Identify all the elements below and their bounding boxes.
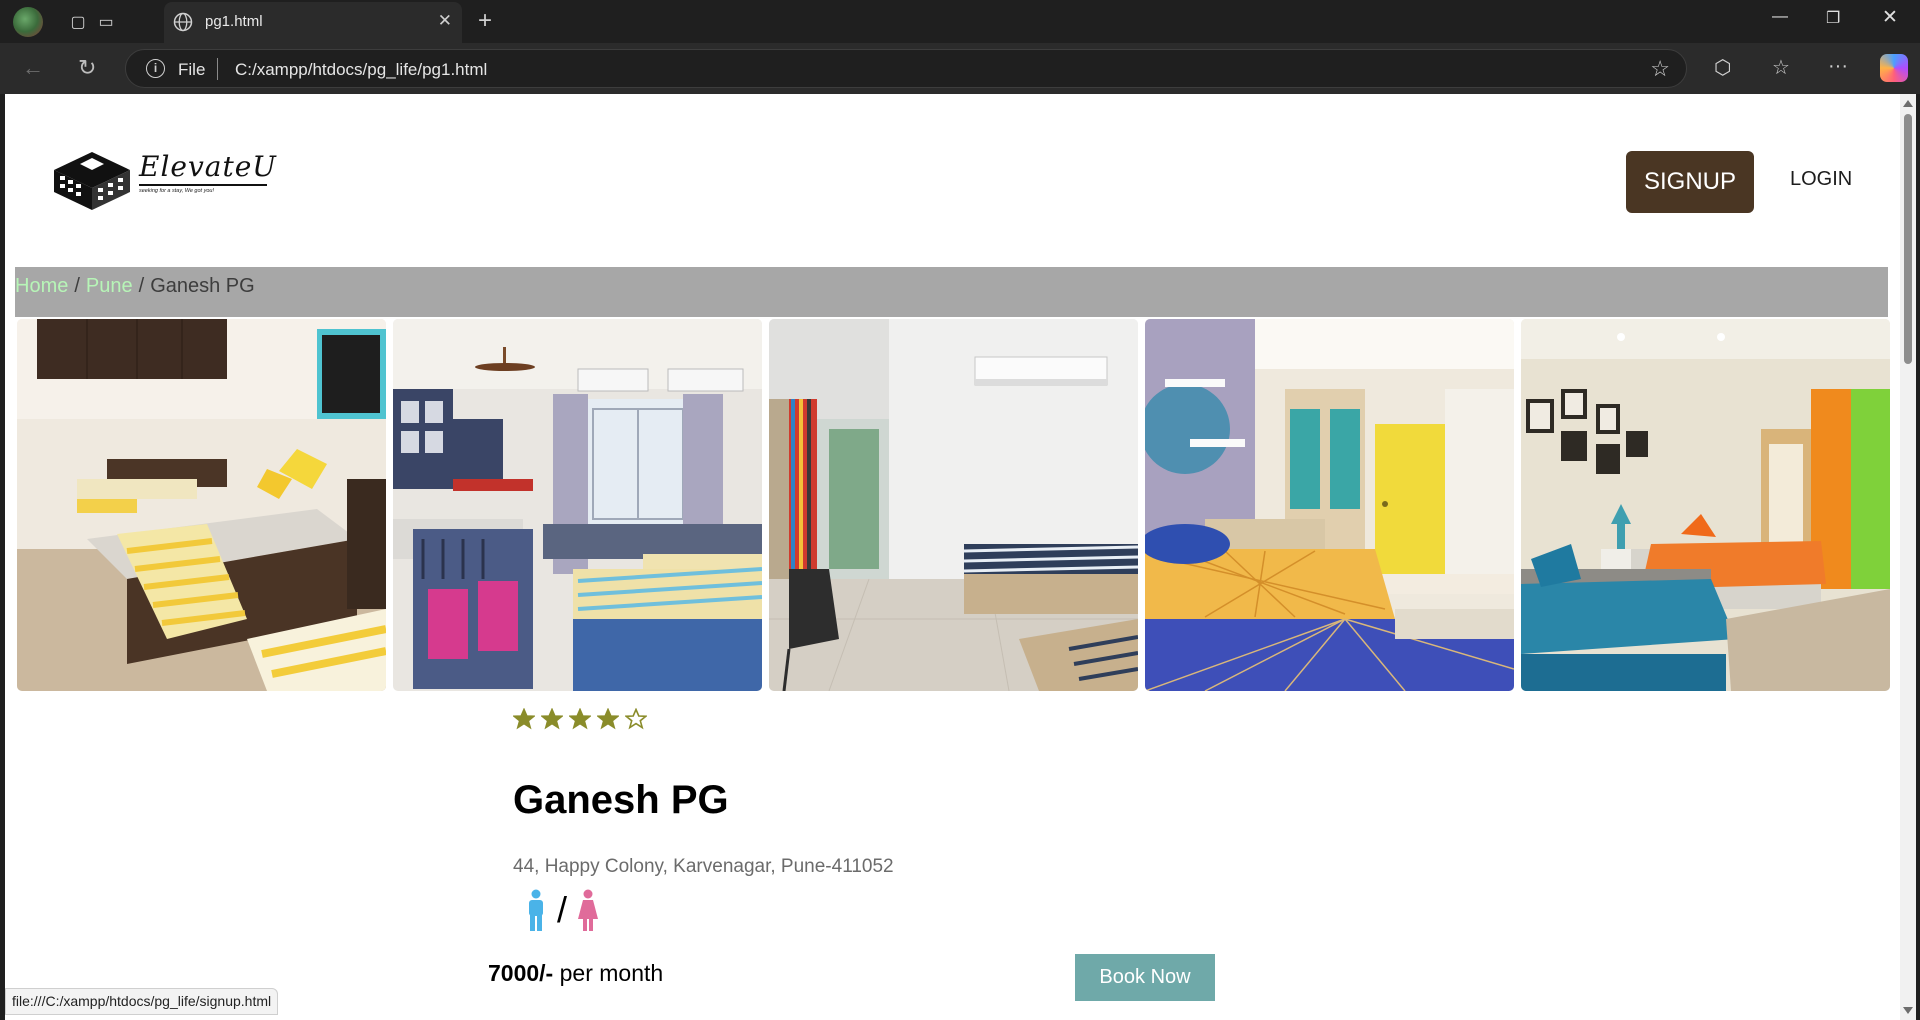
address-scheme: File <box>178 60 206 79</box>
book-now-button[interactable]: Book Now <box>1075 954 1215 1001</box>
male-icon <box>529 889 543 931</box>
page-scrollbar[interactable] <box>1900 94 1916 1020</box>
breadcrumb-separator: / <box>74 275 80 297</box>
rent-period: per month <box>559 960 664 986</box>
profile-avatar[interactable] <box>13 7 43 37</box>
property-name: Ganesh PG <box>513 778 729 822</box>
back-icon[interactable]: ← <box>22 55 44 81</box>
breadcrumb-current: Ganesh PG <box>150 275 255 297</box>
close-tab-icon[interactable]: ✕ <box>438 11 452 31</box>
tab-title: pg1.html <box>205 13 263 30</box>
scroll-down-icon[interactable] <box>1903 1007 1913 1014</box>
photo-gallery <box>17 319 1890 691</box>
address-url[interactable]: C:/xampp/htdocs/pg_life/pg1.html <box>235 60 487 80</box>
room-photo-4[interactable] <box>1145 319 1514 691</box>
signup-button[interactable]: SIGNUP <box>1626 151 1754 213</box>
breadcrumb-city[interactable]: Pune <box>86 275 133 297</box>
gender-separator: / <box>557 889 568 930</box>
gender-indicator: / <box>525 889 599 931</box>
star-filled-icon <box>569 708 591 730</box>
breadcrumb-home[interactable]: Home <box>15 275 68 297</box>
rent-amount: 7000/- <box>488 960 554 986</box>
address-bar[interactable]: i File C:/xampp/htdocs/pg_life/pg1.html … <box>125 49 1687 88</box>
more-icon[interactable]: ··· <box>1828 55 1848 78</box>
star-empty-icon <box>625 708 647 730</box>
breadcrumb: Home / Pune / Ganesh PG <box>15 267 1888 317</box>
close-window-icon[interactable]: ✕ <box>1882 6 1898 29</box>
scroll-up-icon[interactable] <box>1903 100 1913 107</box>
globe-icon <box>173 12 193 32</box>
tab-actions-icon[interactable]: ▭ <box>92 8 120 36</box>
scrollbar-thumb[interactable] <box>1904 114 1912 364</box>
address-divider <box>217 58 218 80</box>
workspaces-icon[interactable]: ▢ <box>64 8 92 36</box>
brand-name: ElevateU <box>139 150 277 183</box>
brand-tagline: seeking for a stay, We got you! <box>139 188 215 194</box>
room-photo-3[interactable] <box>769 319 1138 691</box>
star-filled-icon <box>597 708 619 730</box>
browser-tab[interactable]: pg1.html ✕ <box>164 2 462 43</box>
site-info-icon[interactable]: i <box>146 59 165 78</box>
room-photo-2[interactable] <box>393 319 762 691</box>
brand-logo[interactable]: ElevateU seeking for a stay, We got you! <box>50 144 280 210</box>
copilot-icon[interactable] <box>1880 54 1908 82</box>
room-photo-5[interactable] <box>1521 319 1890 691</box>
address-bar-row: ← ↻ i File C:/xampp/htdocs/pg_life/pg1.h… <box>0 43 1920 94</box>
restore-icon[interactable]: ❐ <box>1826 8 1840 28</box>
female-icon <box>578 889 599 931</box>
login-link[interactable]: LOGIN <box>1790 168 1852 191</box>
breadcrumb-separator: / <box>138 275 145 297</box>
reload-icon[interactable]: ↻ <box>78 55 96 81</box>
browser-tab-bar: ▢ ▭ pg1.html ✕ + — ❐ ✕ <box>0 0 1920 43</box>
room-photo-1[interactable] <box>17 319 386 691</box>
new-tab-icon[interactable]: + <box>478 7 492 35</box>
rent-info: 7000/- per month <box>488 960 663 987</box>
brand-underline <box>139 184 267 186</box>
building-icon <box>54 152 130 210</box>
extensions-icon[interactable]: ⬡ <box>1714 55 1731 80</box>
page-viewport: ElevateU seeking for a stay, We got you!… <box>5 94 1916 1020</box>
rating-stars <box>513 708 647 730</box>
property-address: 44, Happy Colony, Karvenagar, Pune-41105… <box>513 856 894 877</box>
link-status-bar: file:///C:/xampp/htdocs/pg_life/signup.h… <box>5 988 279 1015</box>
favorites-icon[interactable]: ☆ <box>1772 55 1790 80</box>
favorite-star-icon[interactable]: ☆ <box>1650 56 1670 82</box>
star-filled-icon <box>513 708 535 730</box>
minimize-icon[interactable]: — <box>1772 8 1788 26</box>
star-filled-icon <box>541 708 563 730</box>
